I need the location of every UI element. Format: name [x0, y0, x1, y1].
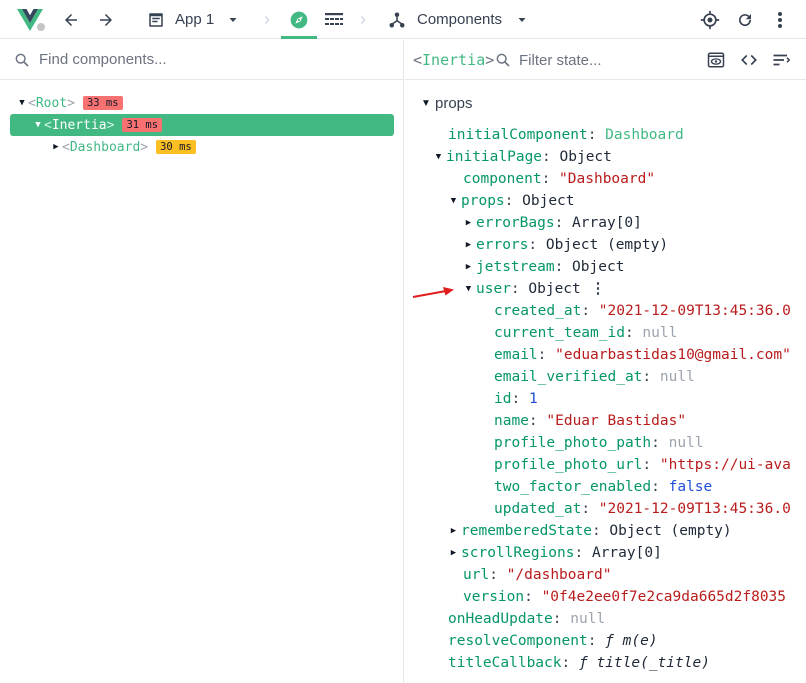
find-components-input[interactable]: [39, 51, 379, 68]
active-tab-indicator: [281, 36, 317, 39]
inspector-header: < Inertia >: [405, 40, 806, 80]
state-row-current-team-id[interactable]: current_team_id: null: [494, 322, 677, 344]
state-row-initial-page[interactable]: ▼ initialPage: Object: [431, 146, 612, 168]
component-name: Inertia: [51, 117, 107, 133]
select-component-in-page-button[interactable]: [698, 0, 722, 39]
refresh-icon: [739, 13, 752, 26]
more-options-button[interactable]: [769, 0, 791, 39]
open-in-editor-button[interactable]: [740, 40, 758, 80]
state-row-url[interactable]: url: "/dashboard": [463, 564, 611, 586]
state-row-errors[interactable]: ▶ errors: Object (empty): [461, 234, 668, 256]
state-row-id[interactable]: id: 1: [494, 388, 538, 410]
state-row-error-bags[interactable]: ▶ errorBags: Array[0]: [461, 212, 642, 234]
render-time-badge: 33 ms: [82, 96, 123, 110]
state-row-updated-at[interactable]: updated_at: "2021-12-09T13:45:36.0: [494, 498, 791, 520]
state-row-jetstream[interactable]: ▶ jetstream: Object: [461, 256, 625, 278]
tree-node-dashboard[interactable]: ▶ < Dashboard > 30 ms: [50, 136, 196, 158]
collapsed-triangle-icon[interactable]: ▶: [461, 218, 476, 228]
props-section-header[interactable]: ▼ props: [417, 92, 473, 114]
state-inspector-pane: <Inertia> ▼ props initialComponent: Dash…: [405, 40, 806, 683]
compass-icon: [290, 11, 308, 28]
state-row-profile-photo-path[interactable]: profile_photo_path: null: [494, 432, 704, 454]
expanded-triangle-icon[interactable]: ▼: [32, 120, 44, 130]
state-row-name[interactable]: name: "Eduar Bastidas": [494, 410, 686, 432]
state-row-two-factor-enabled[interactable]: two_factor_enabled: false: [494, 476, 712, 498]
scroll-to-component-button[interactable]: [707, 40, 725, 80]
vue-logo: [14, 0, 47, 39]
timeline-tab[interactable]: [323, 0, 345, 39]
collapsed-triangle-icon[interactable]: ▶: [446, 526, 461, 536]
state-row-remembered-state[interactable]: ▶ rememberedState: Object (empty): [446, 520, 732, 542]
breadcrumb-separator: ›: [264, 9, 270, 29]
search-icon: [15, 53, 29, 67]
state-row-created-at[interactable]: created_at: "2021-12-09T13:45:36.0: [494, 300, 791, 322]
forward-button[interactable]: [93, 0, 119, 39]
arrow-left-icon: [65, 13, 77, 26]
app-icon[interactable]: [145, 0, 167, 39]
collapsed-triangle-icon[interactable]: ▶: [461, 240, 476, 250]
filter-state-input[interactable]: [519, 51, 689, 69]
state-row-resolve-component[interactable]: resolveComponent: ƒ m(e): [448, 630, 658, 652]
state-row-title-callback[interactable]: titleCallback: ƒ title(_title): [448, 652, 710, 674]
devtools-toolbar: App 1 › › Components: [0, 0, 806, 39]
expanded-triangle-icon[interactable]: ▼: [431, 152, 446, 162]
render-time-badge: 31 ms: [122, 118, 163, 132]
app-window-icon: [149, 12, 163, 27]
state-row-scroll-regions[interactable]: ▶ scrollRegions: Array[0]: [446, 542, 662, 564]
wrap-lines-icon: [773, 54, 790, 66]
app-dropdown-button[interactable]: [226, 0, 240, 39]
timeline-icon: [325, 12, 343, 25]
components-dropdown-button[interactable]: [515, 0, 529, 39]
state-row-email-verified-at[interactable]: email_verified_at: null: [494, 366, 695, 388]
code-brackets-icon: [741, 54, 757, 66]
state-row-user[interactable]: ▼ user: Object ⋮: [461, 278, 606, 300]
inspector-tab[interactable]: [281, 0, 317, 39]
eye-box-icon: [707, 52, 725, 68]
collapsed-triangle-icon[interactable]: ▶: [461, 262, 476, 272]
state-row-on-head-update[interactable]: onHeadUpdate: null: [448, 608, 605, 630]
component-name: Root: [35, 95, 68, 111]
collapsed-triangle-icon[interactable]: ▶: [50, 142, 62, 152]
expanded-triangle-icon[interactable]: ▼: [16, 98, 28, 108]
component-name: Dashboard: [69, 139, 141, 155]
components-selector-label[interactable]: Components: [417, 0, 502, 39]
expanded-triangle-icon[interactable]: ▼: [446, 196, 461, 206]
component-tree-icon: [389, 12, 405, 27]
arrow-right-icon: [100, 13, 112, 26]
state-filter-bar: [495, 40, 689, 80]
search-icon: [496, 53, 510, 67]
caret-down-icon: [518, 17, 526, 22]
annotation-arrow-icon: [412, 287, 454, 298]
component-tree-pane: ▼ <Root> 33 ms ▼ <Inertia> 31 ms ▶ <Dash…: [0, 40, 404, 683]
target-icon: [700, 10, 720, 29]
state-row-email[interactable]: email: "eduarbastidas10@gmail.com": [494, 344, 791, 366]
components-icon[interactable]: [386, 0, 408, 39]
state-row-version[interactable]: version: "0f4e2ee0f7e2ca9da665d2f8035: [463, 586, 786, 608]
expanded-triangle-icon[interactable]: ▼: [461, 284, 476, 294]
toggle-wrap-button[interactable]: [772, 40, 790, 80]
tree-node-root[interactable]: ▼ < Root > 33 ms: [16, 92, 123, 114]
app-selector-label[interactable]: App 1: [175, 0, 214, 39]
connection-status-dot: [35, 21, 47, 33]
back-button[interactable]: [58, 0, 84, 39]
state-row-component[interactable]: component: "Dashboard": [463, 168, 655, 190]
collapsed-triangle-icon[interactable]: ▶: [446, 548, 461, 558]
selected-component-title: < Inertia >: [413, 51, 495, 69]
section-title: props: [435, 94, 473, 112]
breadcrumb-separator: ›: [360, 9, 366, 29]
row-actions-menu-icon[interactable]: ⋮: [591, 281, 606, 297]
state-row-initial-component[interactable]: initialComponent: Dashboard: [448, 124, 684, 146]
state-row-props[interactable]: ▼ props: Object: [446, 190, 575, 212]
function-icon: ƒ: [578, 655, 588, 671]
tree-node-inertia[interactable]: ▼ < Inertia > 31 ms: [10, 114, 394, 136]
refresh-button[interactable]: [734, 0, 756, 39]
state-row-profile-photo-url[interactable]: profile_photo_url: "https://ui-ava: [494, 454, 791, 476]
component-search-bar: [0, 40, 404, 80]
render-time-badge: 30 ms: [156, 140, 196, 154]
caret-down-icon: [229, 17, 237, 22]
expanded-triangle-icon[interactable]: ▼: [417, 98, 435, 109]
function-icon: ƒ: [605, 633, 614, 649]
vertical-dots-icon: [778, 11, 782, 28]
